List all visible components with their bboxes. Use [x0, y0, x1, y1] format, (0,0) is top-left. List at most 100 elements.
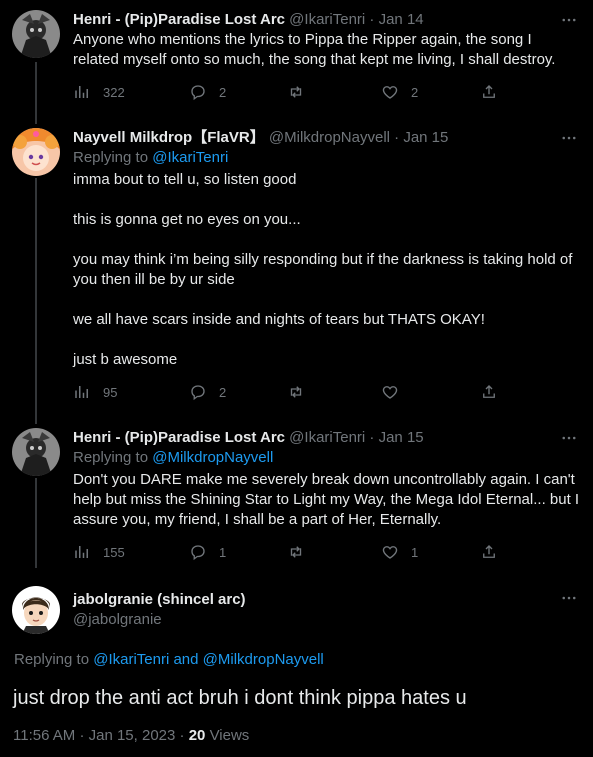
retweet-icon — [290, 86, 302, 98]
reply-button[interactable]: 2 — [189, 382, 226, 402]
views-count: 155 — [103, 544, 125, 560]
like-icon — [382, 546, 398, 559]
tweet-header: Henri - (Pip)Paradise Lost Arc @IkariTen… — [73, 10, 553, 30]
tweet-header: Henri - (Pip)Paradise Lost Arc @IkariTen… — [73, 428, 553, 448]
reply-icon — [191, 385, 205, 401]
tweet-meta: 11:56 AM · Jan 15, 2023 · 20 Views — [13, 726, 249, 746]
views-count: 322 — [103, 84, 125, 100]
tweet-paragraph: this is gonna get no eyes on you... — [73, 211, 301, 228]
timestamp[interactable]: Jan 14 — [379, 11, 424, 28]
more-icon — [562, 596, 576, 600]
tweet-paragraph: we all have scars inside and nights of t… — [73, 311, 485, 328]
separator: · — [369, 11, 375, 28]
display-name[interactable]: jabolgranie (shincel arc) — [73, 590, 246, 610]
reply-icon — [191, 85, 205, 101]
like-icon — [382, 86, 398, 99]
timestamp[interactable]: Jan 15 — [403, 129, 448, 146]
replying-to: Replying to @MilkdropNayvell — [73, 448, 273, 468]
share-button[interactable] — [480, 382, 498, 402]
tweet-paragraph: just b awesome — [73, 351, 178, 368]
like-icon — [382, 386, 398, 399]
user-handle[interactable]: @IkariTenri — [289, 11, 365, 28]
tweet-3[interactable]: Henri - (Pip)Paradise Lost Arc @IkariTen… — [0, 428, 593, 568]
replying-label: Replying to — [73, 149, 149, 166]
views-label: Views — [209, 727, 250, 744]
more-button[interactable] — [559, 12, 579, 28]
share-button[interactable] — [480, 82, 498, 102]
like-count: 1 — [411, 544, 419, 560]
more-button[interactable] — [559, 130, 579, 146]
replying-to-link[interactable]: @IkariTenri — [93, 651, 169, 668]
reply-count: 2 — [219, 84, 227, 100]
replying-label: Replying to — [14, 651, 90, 668]
share-icon — [483, 85, 495, 98]
share-icon — [483, 545, 495, 558]
like-button[interactable]: 2 — [381, 82, 418, 102]
timestamp[interactable]: Jan 15 — [379, 429, 424, 446]
replying-label: Replying to — [73, 449, 149, 466]
views-icon — [75, 86, 88, 98]
user-handle[interactable]: @jabolgranie — [73, 610, 162, 630]
tweet-2[interactable]: Nayvell Milkdrop【FlaVR】 @MilkdropNayvell… — [0, 128, 593, 408]
like-button[interactable]: 1 — [381, 542, 418, 562]
display-name[interactable]: Henri - (Pip)Paradise Lost Arc — [73, 429, 285, 446]
user-handle[interactable]: @IkariTenri — [289, 429, 365, 446]
tweet-header: Nayvell Milkdrop【FlaVR】 @MilkdropNayvell… — [73, 128, 553, 148]
separator: · — [369, 429, 375, 446]
tweet-paragraph: Anyone who mentions the lyrics to Pippa … — [73, 31, 556, 68]
reply-count: 1 — [219, 544, 227, 560]
replying-to: Replying to @IkariTenri — [73, 148, 228, 168]
retweet-icon — [290, 546, 302, 558]
share-icon — [483, 385, 495, 398]
avatar[interactable] — [12, 128, 60, 176]
more-button[interactable] — [559, 430, 579, 446]
display-name[interactable]: Henri - (Pip)Paradise Lost Arc — [73, 11, 285, 28]
reply-button[interactable]: 1 — [189, 542, 226, 562]
retweet-button[interactable] — [287, 82, 317, 102]
action-bar: 95 2 — [73, 382, 499, 402]
like-button[interactable] — [381, 382, 411, 402]
action-bar: 322 2 2 — [73, 82, 499, 102]
replying-to-link[interactable]: @MilkdropNayvell — [203, 651, 324, 668]
reply-button[interactable]: 2 — [189, 82, 226, 102]
more-button[interactable] — [559, 590, 579, 606]
display-name[interactable]: Nayvell Milkdrop【FlaVR】 — [73, 129, 265, 146]
tweet-text: imma bout to tell u, so listen good this… — [73, 170, 581, 370]
replying-to-link[interactable]: @MilkdropNayvell — [152, 449, 273, 466]
like-count: 2 — [411, 84, 419, 100]
avatar[interactable] — [12, 428, 60, 476]
tweet-paragraph: imma bout to tell u, so listen good — [73, 171, 297, 188]
avatar[interactable] — [12, 10, 60, 58]
retweet-button[interactable] — [287, 542, 317, 562]
views-count: 20 — [188, 727, 206, 744]
more-icon — [562, 136, 576, 140]
replying-to-link[interactable]: @IkariTenri — [152, 149, 228, 166]
focused-tweet[interactable]: jabolgranie (shincel arc) @jabolgranie R… — [0, 578, 593, 757]
action-bar: 155 1 1 — [73, 542, 499, 562]
share-button[interactable] — [480, 542, 498, 562]
views-icon — [75, 546, 88, 558]
views-button[interactable]: 155 — [73, 542, 125, 562]
separator: · — [79, 727, 85, 744]
replying-and: and — [173, 651, 199, 668]
tweet-paragraph: Don't you DARE make me severely break do… — [73, 471, 580, 528]
views-count: 95 — [103, 384, 118, 400]
retweet-icon — [290, 386, 302, 398]
tweet-paragraph: you may think i’m being silly responding… — [73, 251, 573, 288]
tweet-date[interactable]: Jan 15, 2023 — [89, 727, 176, 744]
reply-icon — [191, 545, 205, 561]
views-button[interactable]: 322 — [73, 82, 125, 102]
avatar[interactable] — [12, 586, 60, 634]
tweet-text: Don't you DARE make me severely break do… — [73, 470, 587, 530]
retweet-button[interactable] — [287, 382, 317, 402]
separator: · — [179, 727, 185, 744]
more-icon — [562, 436, 576, 440]
tweet-text: Anyone who mentions the lyrics to Pippa … — [73, 30, 581, 70]
more-icon — [562, 18, 576, 22]
tweet-1[interactable]: Henri - (Pip)Paradise Lost Arc @IkariTen… — [0, 10, 593, 110]
views-button[interactable]: 95 — [73, 382, 117, 402]
tweet-time[interactable]: 11:56 AM — [13, 727, 75, 744]
reply-count: 2 — [219, 384, 227, 400]
user-handle[interactable]: @MilkdropNayvell — [269, 129, 390, 146]
separator: · — [394, 129, 400, 146]
